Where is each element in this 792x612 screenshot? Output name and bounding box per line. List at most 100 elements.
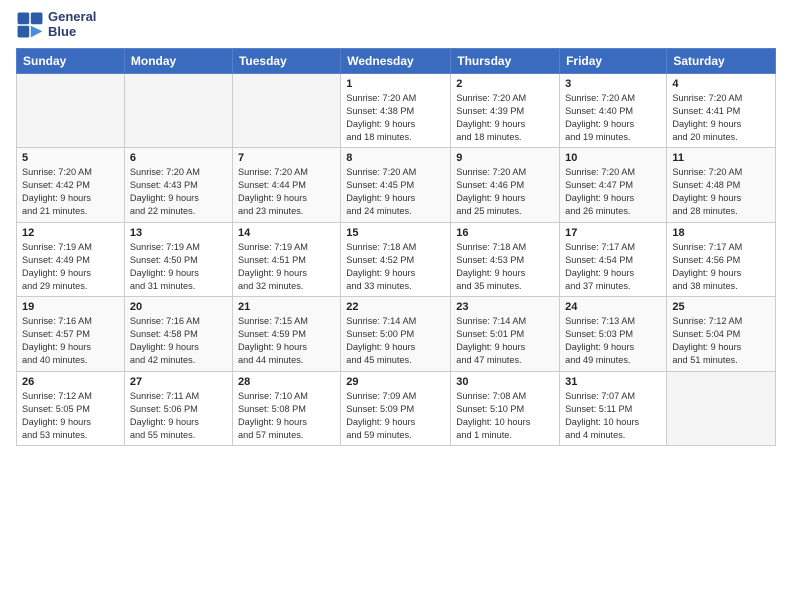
day-info: Sunrise: 7:15 AM Sunset: 4:59 PM Dayligh… <box>238 315 335 367</box>
day-info: Sunrise: 7:19 AM Sunset: 4:49 PM Dayligh… <box>22 241 119 293</box>
calendar-cell: 30Sunrise: 7:08 AM Sunset: 5:10 PM Dayli… <box>451 371 560 446</box>
calendar-cell: 20Sunrise: 7:16 AM Sunset: 4:58 PM Dayli… <box>124 297 232 372</box>
day-info: Sunrise: 7:12 AM Sunset: 5:04 PM Dayligh… <box>672 315 770 367</box>
day-info: Sunrise: 7:20 AM Sunset: 4:46 PM Dayligh… <box>456 166 554 218</box>
calendar-cell: 10 Sunrise: 7:20 AM Sunset: 4:47 PM Dayli… <box>560 148 667 223</box>
calendar-cell: 27 Sunrise: 7:11 AM Sunset: 5:06 PM Dayli… <box>124 371 232 446</box>
day-number: 7 <box>238 152 335 164</box>
day-info: Sunrise: 7:20 AM Sunset: 4:42 PM Dayligh… <box>22 166 119 218</box>
calendar-cell: 9 Sunrise: 7:20 AM Sunset: 4:46 PM Daylig… <box>451 148 560 223</box>
day-number: 13 <box>130 227 227 239</box>
day-number: 23 <box>456 301 554 313</box>
day-info: Sunrise: 7:20 AM Sunset: 4:44 PM Dayligh… <box>238 166 335 218</box>
day-number: 12 <box>22 227 119 239</box>
calendar-cell: 23 Sunrise: 7:14 AM Sunset: 5:01 PM Dayli… <box>451 297 560 372</box>
day-number: 29 <box>346 376 445 388</box>
day-number: 10 <box>565 152 661 164</box>
calendar-cell: 5 Sunrise: 7:20 AM Sunset: 4:42 PM Daylig… <box>17 148 125 223</box>
calendar-cell: 25Sunrise: 7:12 AM Sunset: 5:04 PM Dayli… <box>667 297 776 372</box>
calendar-cell: 24 Sunrise: 7:13 AM Sunset: 5:03 PM Dayli… <box>560 297 667 372</box>
calendar-cell: 31 Sunrise: 7:07 AM Sunset: 5:11 PM Dayli… <box>560 371 667 446</box>
calendar-cell: 14 Sunrise: 7:19 AM Sunset: 4:51 PM Dayli… <box>232 222 340 297</box>
day-number: 3 <box>565 78 661 90</box>
calendar-week-5: 26 Sunrise: 7:12 AM Sunset: 5:05 PM Dayli… <box>17 371 776 446</box>
day-info: Sunrise: 7:13 AM Sunset: 5:03 PM Dayligh… <box>565 315 661 367</box>
day-info: Sunrise: 7:20 AM Sunset: 4:45 PM Dayligh… <box>346 166 445 218</box>
day-info: Sunrise: 7:12 AM Sunset: 5:05 PM Dayligh… <box>22 390 119 442</box>
calendar-cell: 3 Sunrise: 7:20 AM Sunset: 4:40 PM Daylig… <box>560 73 667 148</box>
day-number: 9 <box>456 152 554 164</box>
calendar-cell: 28Sunrise: 7:10 AM Sunset: 5:08 PM Dayli… <box>232 371 340 446</box>
day-number: 24 <box>565 301 661 313</box>
calendar-cell: 7 Sunrise: 7:20 AM Sunset: 4:44 PM Daylig… <box>232 148 340 223</box>
calendar-cell: 12 Sunrise: 7:19 AM Sunset: 4:49 PM Dayli… <box>17 222 125 297</box>
weekday-header-saturday: Saturday <box>667 48 776 73</box>
day-info: Sunrise: 7:19 AM Sunset: 4:50 PM Dayligh… <box>130 241 227 293</box>
day-info: Sunrise: 7:20 AM Sunset: 4:39 PM Dayligh… <box>456 92 554 144</box>
weekday-header-friday: Friday <box>560 48 667 73</box>
day-number: 22 <box>346 301 445 313</box>
calendar-cell: 17 Sunrise: 7:17 AM Sunset: 4:54 PM Dayli… <box>560 222 667 297</box>
day-number: 8 <box>346 152 445 164</box>
calendar-table: SundayMondayTuesdayWednesdayThursdayFrid… <box>16 48 776 447</box>
calendar-cell: 21 Sunrise: 7:15 AM Sunset: 4:59 PM Dayli… <box>232 297 340 372</box>
day-info: Sunrise: 7:16 AM Sunset: 4:57 PM Dayligh… <box>22 315 119 367</box>
day-info: Sunrise: 7:14 AM Sunset: 5:01 PM Dayligh… <box>456 315 554 367</box>
calendar-cell: 15 Sunrise: 7:18 AM Sunset: 4:52 PM Dayli… <box>341 222 451 297</box>
day-number: 15 <box>346 227 445 239</box>
day-number: 14 <box>238 227 335 239</box>
day-number: 1 <box>346 78 445 90</box>
day-number: 21 <box>238 301 335 313</box>
logo-icon <box>16 11 44 39</box>
calendar-cell: 26 Sunrise: 7:12 AM Sunset: 5:05 PM Dayli… <box>17 371 125 446</box>
calendar-week-2: 5 Sunrise: 7:20 AM Sunset: 4:42 PM Daylig… <box>17 148 776 223</box>
day-info: Sunrise: 7:20 AM Sunset: 4:47 PM Dayligh… <box>565 166 661 218</box>
day-info: Sunrise: 7:20 AM Sunset: 4:38 PM Dayligh… <box>346 92 445 144</box>
day-number: 6 <box>130 152 227 164</box>
calendar-cell: 29 Sunrise: 7:09 AM Sunset: 5:09 PM Dayli… <box>341 371 451 446</box>
calendar-cell: 1 Sunrise: 7:20 AM Sunset: 4:38 PM Daylig… <box>341 73 451 148</box>
day-number: 19 <box>22 301 119 313</box>
day-info: Sunrise: 7:08 AM Sunset: 5:10 PM Dayligh… <box>456 390 554 442</box>
logo-text: General Blue <box>48 10 96 40</box>
day-number: 20 <box>130 301 227 313</box>
calendar-cell: 22Sunrise: 7:14 AM Sunset: 5:00 PM Dayli… <box>341 297 451 372</box>
header: General Blue <box>16 10 776 40</box>
calendar-cell <box>124 73 232 148</box>
day-number: 31 <box>565 376 661 388</box>
day-info: Sunrise: 7:20 AM Sunset: 4:48 PM Dayligh… <box>672 166 770 218</box>
weekday-header-row: SundayMondayTuesdayWednesdayThursdayFrid… <box>17 48 776 73</box>
day-info: Sunrise: 7:20 AM Sunset: 4:40 PM Dayligh… <box>565 92 661 144</box>
day-number: 18 <box>672 227 770 239</box>
day-info: Sunrise: 7:07 AM Sunset: 5:11 PM Dayligh… <box>565 390 661 442</box>
weekday-header-monday: Monday <box>124 48 232 73</box>
day-info: Sunrise: 7:17 AM Sunset: 4:54 PM Dayligh… <box>565 241 661 293</box>
calendar-cell: 18Sunrise: 7:17 AM Sunset: 4:56 PM Dayli… <box>667 222 776 297</box>
day-info: Sunrise: 7:11 AM Sunset: 5:06 PM Dayligh… <box>130 390 227 442</box>
day-info: Sunrise: 7:09 AM Sunset: 5:09 PM Dayligh… <box>346 390 445 442</box>
day-info: Sunrise: 7:10 AM Sunset: 5:08 PM Dayligh… <box>238 390 335 442</box>
page: General Blue SundayMondayTuesdayWednesda… <box>0 0 792 462</box>
calendar-cell <box>17 73 125 148</box>
calendar-cell: 11 Sunrise: 7:20 AM Sunset: 4:48 PM Dayli… <box>667 148 776 223</box>
day-number: 27 <box>130 376 227 388</box>
weekday-header-sunday: Sunday <box>17 48 125 73</box>
day-number: 17 <box>565 227 661 239</box>
day-number: 26 <box>22 376 119 388</box>
day-number: 16 <box>456 227 554 239</box>
day-number: 5 <box>22 152 119 164</box>
calendar-cell: 13 Sunrise: 7:19 AM Sunset: 4:50 PM Dayli… <box>124 222 232 297</box>
day-info: Sunrise: 7:18 AM Sunset: 4:53 PM Dayligh… <box>456 241 554 293</box>
calendar-cell: 6Sunrise: 7:20 AM Sunset: 4:43 PM Daylig… <box>124 148 232 223</box>
calendar-week-3: 12 Sunrise: 7:19 AM Sunset: 4:49 PM Dayli… <box>17 222 776 297</box>
calendar-cell: 16 Sunrise: 7:18 AM Sunset: 4:53 PM Dayli… <box>451 222 560 297</box>
calendar-cell: 8 Sunrise: 7:20 AM Sunset: 4:45 PM Daylig… <box>341 148 451 223</box>
weekday-header-wednesday: Wednesday <box>341 48 451 73</box>
day-info: Sunrise: 7:18 AM Sunset: 4:52 PM Dayligh… <box>346 241 445 293</box>
logo: General Blue <box>16 10 96 40</box>
day-number: 2 <box>456 78 554 90</box>
day-info: Sunrise: 7:19 AM Sunset: 4:51 PM Dayligh… <box>238 241 335 293</box>
day-number: 4 <box>672 78 770 90</box>
day-number: 11 <box>672 152 770 164</box>
calendar-cell <box>232 73 340 148</box>
